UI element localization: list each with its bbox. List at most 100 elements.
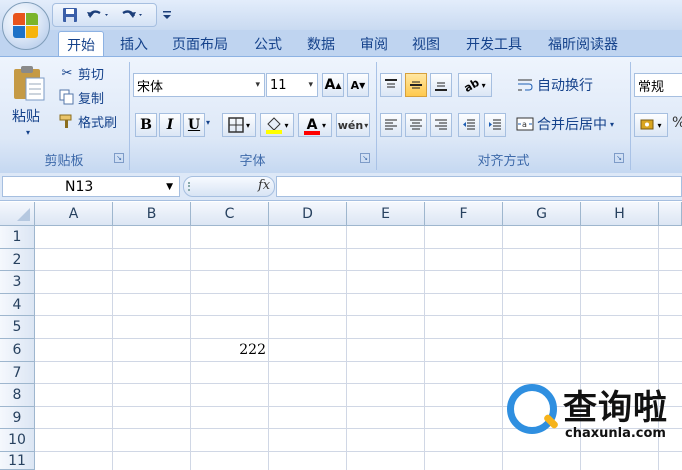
font-size-select[interactable]: 11 ▾: [266, 73, 318, 97]
function-button-area: fx: [183, 176, 275, 197]
tab-insert[interactable]: 插入: [112, 31, 156, 57]
cell-c6[interactable]: 222: [191, 339, 268, 361]
row-header-3[interactable]: 3: [0, 271, 35, 294]
tab-home[interactable]: 开始: [58, 31, 104, 57]
merge-center-button[interactable]: a 合并后居中 ▾: [516, 113, 614, 135]
align-bottom-button[interactable]: [430, 73, 452, 97]
font-name-select[interactable]: 宋体 ▾: [133, 73, 265, 97]
gridline: [35, 361, 682, 362]
accounting-format-button[interactable]: ▾: [634, 113, 668, 137]
column-header-c[interactable]: C: [191, 202, 269, 226]
row-header-10[interactable]: 10: [0, 429, 35, 452]
decrease-indent-button[interactable]: [458, 113, 480, 137]
orientation-icon: ab: [462, 75, 482, 95]
format-painter-button[interactable]: 格式刷: [58, 112, 118, 131]
underline-dropdown-icon[interactable]: ▾: [206, 118, 210, 127]
wrap-text-button[interactable]: 自动换行: [516, 75, 593, 95]
merge-center-label: 合并后居中: [537, 117, 607, 133]
select-all-button[interactable]: [0, 202, 35, 226]
copy-label: 复制: [78, 91, 105, 107]
tab-review[interactable]: 审阅: [352, 31, 396, 57]
customize-qat-icon[interactable]: [160, 4, 174, 26]
column-header-b[interactable]: B: [113, 202, 191, 226]
font-group-label: 字体: [239, 154, 266, 169]
row-header-1[interactable]: 1: [0, 226, 35, 249]
paste-label: 粘贴: [12, 109, 40, 125]
watermark-url: chaxunla.com: [565, 426, 666, 441]
font-name-value: 宋体: [137, 79, 164, 95]
number-format-value: 常规: [638, 79, 665, 95]
column-header-partial[interactable]: [659, 202, 682, 226]
column-header-e[interactable]: E: [347, 202, 425, 226]
align-left-button[interactable]: [380, 113, 402, 137]
row-header-11[interactable]: 11: [0, 452, 35, 470]
column-header-h[interactable]: H: [581, 202, 659, 226]
bold-button[interactable]: B: [135, 113, 157, 137]
row-header-2[interactable]: 2: [0, 249, 35, 271]
number-format-select[interactable]: 常规: [634, 73, 682, 97]
redo-icon[interactable]: [117, 4, 147, 26]
tab-formulas[interactable]: 公式: [246, 31, 290, 57]
save-icon[interactable]: [60, 4, 80, 26]
percent-button[interactable]: %: [672, 115, 682, 131]
paintbrush-icon: [58, 112, 76, 130]
row-header-9[interactable]: 9: [0, 407, 35, 429]
wrap-text-icon: [516, 76, 534, 94]
tab-view[interactable]: 视图: [404, 31, 448, 57]
alignment-launcher-icon[interactable]: ↘: [614, 153, 624, 163]
borders-button[interactable]: ▾: [222, 113, 256, 137]
formula-input[interactable]: [276, 176, 682, 197]
gridline: [35, 270, 682, 271]
cut-button[interactable]: ✂ 剪切: [58, 64, 104, 83]
paste-icon: [12, 64, 46, 106]
accounting-icon: [640, 119, 654, 130]
clipboard-launcher-icon[interactable]: ↘: [114, 153, 124, 163]
paste-button[interactable]: 粘贴 ▾: [8, 62, 50, 142]
tab-foxit-reader[interactable]: 福昕阅读器: [540, 31, 626, 57]
tab-developer[interactable]: 开发工具: [458, 31, 530, 57]
column-header-f[interactable]: F: [425, 202, 503, 226]
align-right-button[interactable]: [430, 113, 452, 137]
copy-button[interactable]: 复制: [58, 88, 105, 107]
orientation-button[interactable]: ab ▾: [458, 73, 492, 97]
font-launcher-icon[interactable]: ↘: [360, 153, 370, 163]
font-color-button[interactable]: A ▾: [298, 113, 332, 137]
shrink-font-button[interactable]: A ▼: [347, 73, 369, 97]
column-header-a[interactable]: A: [35, 202, 113, 226]
office-logo-icon: [13, 13, 39, 39]
name-box-value: N13: [65, 178, 94, 195]
underline-button[interactable]: U: [183, 113, 205, 137]
clipboard-group-label: 剪贴板: [44, 154, 84, 169]
office-button[interactable]: [2, 2, 50, 50]
name-box[interactable]: N13 ▼: [2, 176, 180, 197]
row-header-4[interactable]: 4: [0, 294, 35, 316]
gridline: [35, 293, 682, 294]
align-middle-button[interactable]: [405, 73, 427, 97]
italic-button[interactable]: I: [159, 113, 181, 137]
tab-page-layout[interactable]: 页面布局: [164, 31, 236, 57]
gridline: [268, 226, 269, 470]
resize-handle-icon[interactable]: [188, 182, 194, 191]
chevron-down-icon[interactable]: ▼: [166, 182, 173, 192]
grow-font-button[interactable]: A ▲: [322, 73, 344, 97]
align-center-button[interactable]: [405, 113, 427, 137]
gridline: [346, 226, 347, 470]
merge-cells-icon: a: [516, 115, 534, 133]
tab-data[interactable]: 数据: [299, 31, 343, 57]
increase-indent-button[interactable]: [484, 113, 506, 137]
undo-icon[interactable]: [83, 4, 113, 26]
align-top-button[interactable]: [380, 73, 402, 97]
paste-dropdown-icon[interactable]: ▾: [26, 128, 30, 137]
fx-icon[interactable]: fx: [258, 178, 270, 193]
format-painter-label: 格式刷: [78, 115, 118, 131]
row-header-8[interactable]: 8: [0, 384, 35, 407]
phonetic-guide-button[interactable]: wén ▾: [336, 113, 370, 137]
column-header-g[interactable]: G: [503, 202, 581, 226]
fill-color-button[interactable]: ▾: [260, 113, 294, 137]
row-header-7[interactable]: 7: [0, 362, 35, 384]
font-color-icon: A: [303, 117, 320, 135]
row-header-5[interactable]: 5: [0, 316, 35, 339]
alignment-group-label: 对齐方式: [477, 154, 530, 169]
row-header-6[interactable]: 6: [0, 339, 35, 362]
column-header-d[interactable]: D: [269, 202, 347, 226]
